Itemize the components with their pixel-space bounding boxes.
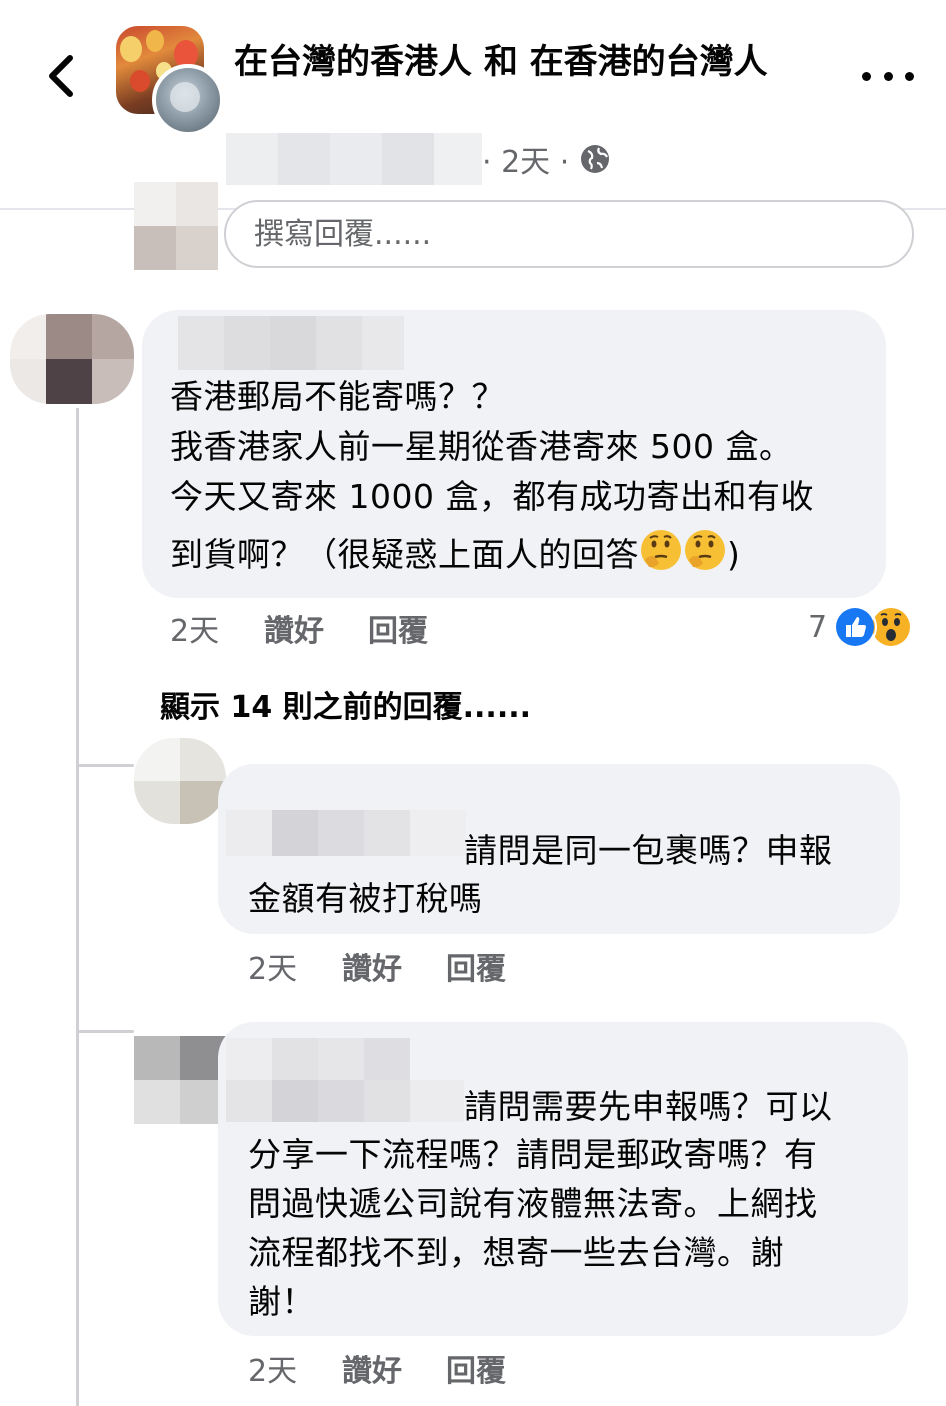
reply-line: 流程都找不到，想寄一些去台灣。謝 — [248, 1233, 784, 1272]
more-options-button[interactable] — [862, 58, 914, 94]
comment-bubble[interactable]: 香港郵局不能寄嗎？？ 我香港家人前一星期從香港寄來 500 盒。 今天又寄來 1… — [142, 310, 886, 598]
reply-line: 謝！ — [248, 1282, 315, 1321]
thread-connector — [78, 1030, 134, 1033]
like-reaction-icon — [833, 605, 878, 649]
comment-line: 我香港家人前一星期從香港寄來 500 盒。 — [170, 427, 793, 466]
like-button[interactable]: 讚好 — [264, 606, 368, 650]
thread-connector — [78, 764, 134, 767]
more-dot — [883, 71, 893, 81]
comment-time[interactable]: 2天 — [170, 606, 264, 650]
reply-actions: 2天 讚好 回覆 — [248, 944, 506, 988]
thinking-face-emoji-icon — [685, 530, 725, 570]
post-header: 在台灣的香港人 和 在香港的台灣人 · 2天 · — [0, 0, 946, 210]
member-avatar[interactable] — [152, 64, 224, 136]
post-meta: · 2天 · — [226, 132, 611, 186]
reply-input[interactable] — [224, 200, 914, 268]
like-button[interactable]: 讚好 — [342, 944, 446, 988]
reaction-count: 7 — [808, 609, 828, 645]
reply-line: 請問需要先申報嗎？可以 — [464, 1087, 833, 1126]
reply-body: 分享一下流程嗎？請問是郵政寄嗎？有 問過快遞公司說有液體無法寄。上網找 流程都找… — [248, 1130, 818, 1326]
reply-avatar[interactable] — [134, 1036, 226, 1124]
reply-line: 問過快遞公司說有液體無法寄。上網找 — [248, 1184, 818, 1223]
back-button[interactable] — [36, 48, 86, 104]
blurred-commenter-name — [178, 316, 404, 370]
more-dot — [905, 71, 914, 81]
reply-line: 分享一下流程嗎？請問是郵政寄嗎？有 — [248, 1135, 818, 1174]
globe-icon — [581, 145, 610, 173]
comment-line: 到貨啊？（很疑惑上面人的回答 ) — [170, 528, 870, 580]
comment-line: 香港郵局不能寄嗎？？ — [170, 377, 505, 416]
blurred-author-name — [226, 133, 482, 185]
reply-time[interactable]: 2天 — [248, 944, 342, 988]
post-time[interactable]: · 2天 · — [482, 137, 569, 181]
reply-line: 請問是同一包裹嗎？申報 — [464, 831, 833, 870]
thread-line — [76, 408, 79, 1406]
reply-line: 金額有被打稅嗎 — [248, 879, 483, 918]
comment-actions: 2天 讚好 回覆 — [170, 606, 428, 650]
more-dot — [862, 71, 871, 81]
like-button[interactable]: 讚好 — [342, 1346, 446, 1390]
reply-bubble[interactable]: 請問是同一包裹嗎？申報 金額有被打稅嗎 — [218, 764, 900, 934]
reply-actions: 2天 讚好 回覆 — [248, 1346, 506, 1390]
blurred-replier-name — [226, 1038, 464, 1122]
chevron-left-icon — [49, 55, 73, 97]
reply-avatar[interactable] — [134, 738, 226, 824]
reply-time[interactable]: 2天 — [248, 1346, 342, 1390]
reply-button[interactable]: 回覆 — [368, 606, 428, 650]
blurred-replier-name — [226, 810, 466, 856]
reply-button[interactable]: 回覆 — [446, 1346, 506, 1390]
reply-button[interactable]: 回覆 — [446, 944, 506, 988]
reply-bubble[interactable]: 請問需要先申報嗎？可以 分享一下流程嗎？請問是郵政寄嗎？有 問過快遞公司說有液體… — [218, 1022, 908, 1336]
group-name[interactable]: 在台灣的香港人 和 在香港的台灣人 — [234, 38, 794, 86]
show-previous-replies[interactable]: 顯示 14 則之前的回覆...... — [160, 682, 531, 726]
comment-line: 今天又寄來 1000 盒，都有成功寄出和有收 — [170, 477, 814, 516]
comment-text: 香港郵局不能寄嗎？？ 我香港家人前一星期從香港寄來 500 盒。 今天又寄來 1… — [170, 372, 870, 580]
thinking-face-emoji-icon — [641, 530, 681, 570]
current-user-avatar — [134, 182, 218, 270]
reaction-summary[interactable]: 7 — [808, 604, 914, 650]
commenter-avatar[interactable] — [10, 314, 134, 404]
